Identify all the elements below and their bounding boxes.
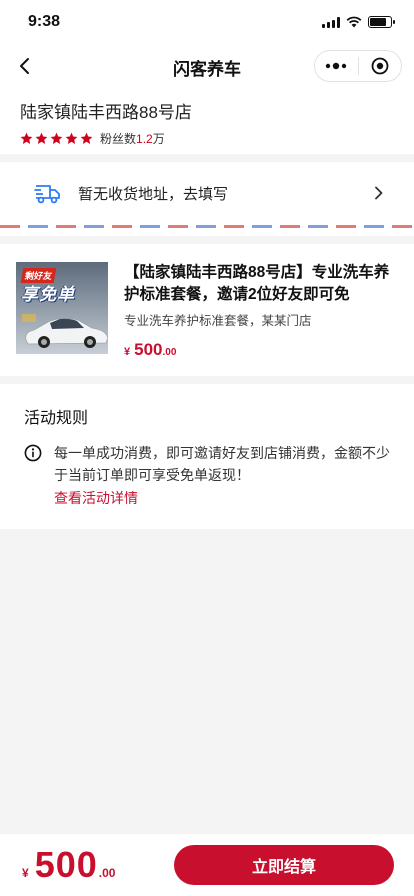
fans-count: 1.2 bbox=[136, 131, 153, 146]
mini-program-capsule bbox=[314, 50, 402, 82]
product-description: 专业洗车养护标准套餐，某某门店 bbox=[124, 314, 312, 328]
star-icon bbox=[20, 132, 33, 144]
star-icon bbox=[80, 132, 93, 144]
more-menu-button[interactable] bbox=[315, 51, 358, 81]
product-price: ¥ 500 .00 bbox=[124, 340, 398, 360]
price-integer: 500 bbox=[134, 340, 163, 359]
page-title: 闪客养车 bbox=[173, 59, 241, 79]
product-title: 【陆家镇陆丰西路88号店】专业洗车养护标准套餐，邀请2位好友即可免 bbox=[124, 264, 390, 303]
info-icon bbox=[24, 444, 42, 462]
activity-rules: 活动规则 每一单成功消费，即可邀请好友到店铺消费，金额不少于当前订单即可享受免单… bbox=[0, 384, 414, 529]
star-icon bbox=[50, 132, 63, 144]
total-currency: ¥ bbox=[22, 866, 29, 880]
status-time: 9:38 bbox=[28, 13, 61, 30]
status-icons bbox=[322, 16, 395, 28]
store-meta: 粉丝数 1.2 万 bbox=[20, 130, 394, 147]
car-image bbox=[22, 314, 108, 348]
wifi-icon bbox=[346, 16, 362, 28]
close-mini-program-button[interactable] bbox=[359, 51, 402, 81]
rating-stars bbox=[20, 132, 93, 145]
battery-icon bbox=[368, 16, 395, 28]
product-card[interactable]: 剩好友 享免单 【陆家镇陆丰西路88号店】专业洗车养护标准套餐，邀请2位好友即可… bbox=[0, 244, 414, 376]
status-bar: 9:38 bbox=[0, 0, 414, 44]
view-activity-details-link[interactable]: 查看活动详情 bbox=[54, 488, 138, 508]
price-decimal: .00 bbox=[162, 347, 177, 358]
address-card: 暂无收货地址，去填写 bbox=[0, 162, 414, 236]
back-arrow-icon[interactable] bbox=[14, 54, 38, 78]
product-thumbnail: 剩好友 享免单 bbox=[16, 262, 108, 354]
rules-body: 每一单成功消费，即可邀请好友到店铺消费，金额不少于当前订单即可享受免单返现！ bbox=[24, 442, 390, 486]
more-dots-icon bbox=[326, 62, 347, 70]
checkout-button[interactable]: 立即结算 bbox=[174, 845, 394, 885]
star-icon bbox=[65, 132, 78, 144]
signal-icon bbox=[322, 16, 340, 28]
total-integer: 500 bbox=[34, 844, 98, 885]
target-close-icon bbox=[371, 57, 389, 75]
fans-label: 粉丝数 bbox=[100, 132, 137, 146]
total-price: ¥ 500 .00 bbox=[22, 844, 115, 886]
address-placeholder-text: 暂无收货地址，去填写 bbox=[78, 185, 229, 203]
nav-bar: 闪客养车 bbox=[0, 44, 414, 90]
total-decimal: .00 bbox=[98, 866, 116, 880]
rules-text: 每一单成功消费，即可邀请好友到店铺消费，金额不少于当前订单即可享受免单返现！ bbox=[54, 445, 390, 483]
product-info: 【陆家镇陆丰西路88号店】专业洗车养护标准套餐，邀请2位好友即可免 专业洗车养护… bbox=[124, 262, 398, 360]
airmail-border-decoration bbox=[0, 224, 414, 230]
price-currency: ¥ bbox=[124, 346, 131, 358]
rules-title: 活动规则 bbox=[24, 410, 89, 427]
star-icon bbox=[35, 132, 48, 144]
chevron-right-icon bbox=[375, 186, 383, 200]
address-row[interactable]: 暂无收货地址，去填写 bbox=[0, 162, 414, 224]
store-name: 陆家镇陆丰西路88号店 bbox=[20, 103, 192, 122]
delivery-truck-icon bbox=[34, 185, 60, 204]
checkout-bar: ¥ 500 .00 立即结算 bbox=[0, 834, 414, 896]
thumbnail-title: 享免单 bbox=[21, 285, 75, 304]
store-header: 陆家镇陆丰西路88号店 粉丝数 1.2 万 bbox=[0, 90, 414, 154]
fans-unit: 万 bbox=[152, 132, 165, 146]
